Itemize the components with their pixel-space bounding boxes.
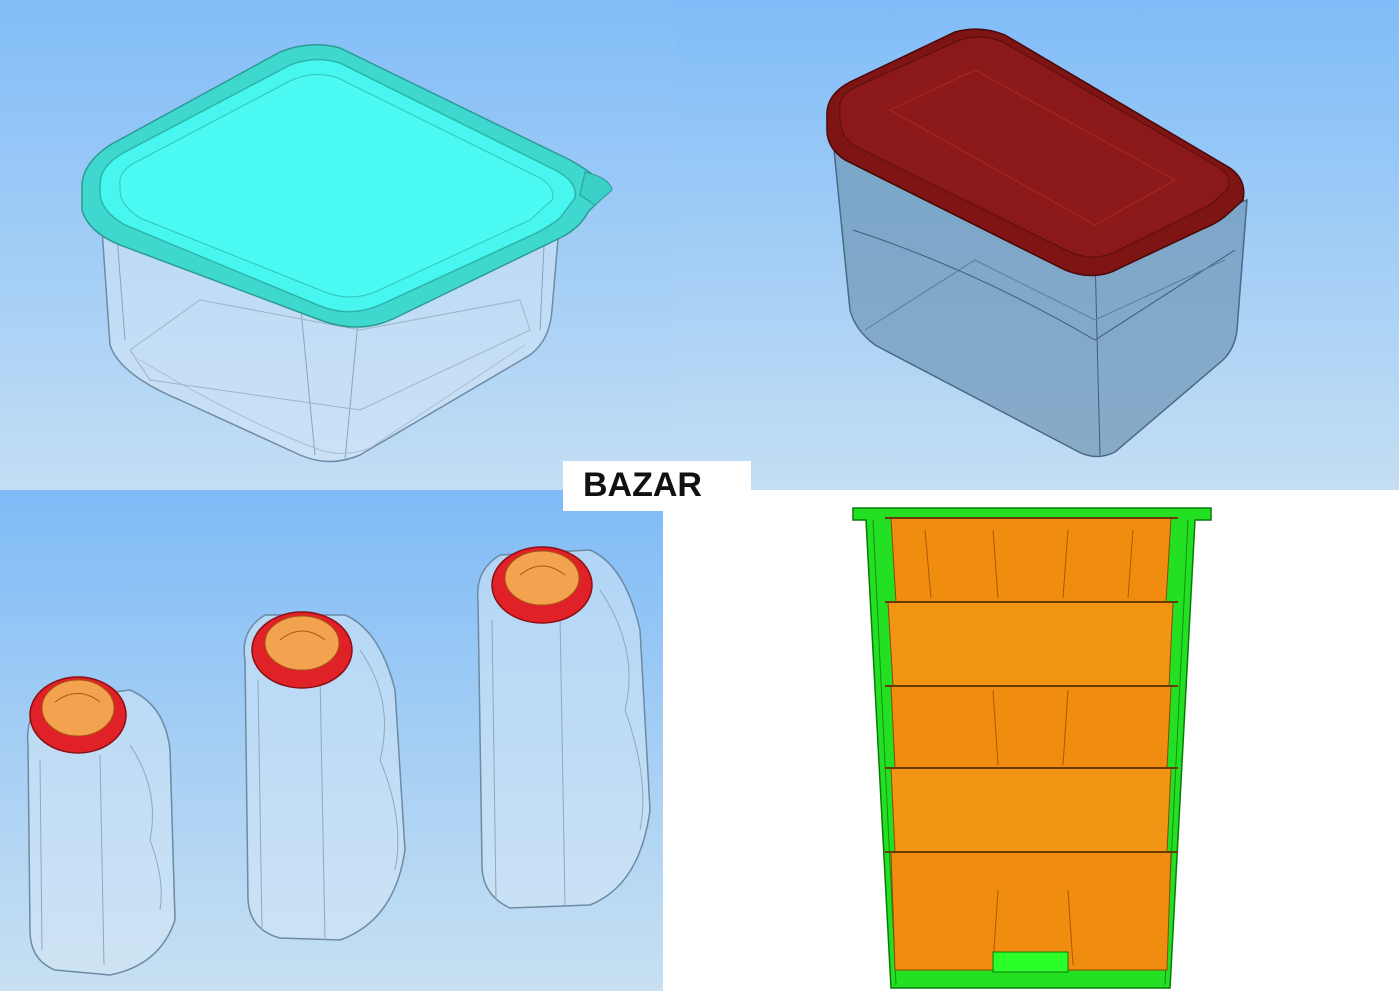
orange-cups [887,517,1174,971]
stacked-cups-icon [852,507,1212,989]
bottles-icon [26,546,651,976]
rectangular-container-panel [675,0,1399,490]
brand-label-text: BAZAR [583,466,702,504]
bottle-medium [243,611,406,941]
brand-label: BAZAR [563,461,751,511]
square-container-icon [81,44,613,463]
square-container-panel [0,0,675,490]
bottles-panel [0,490,663,991]
bottle-small [26,676,176,976]
rectangular-container-icon [826,28,1248,458]
stacked-cups-panel [663,490,1399,991]
bottle-large [476,546,651,909]
